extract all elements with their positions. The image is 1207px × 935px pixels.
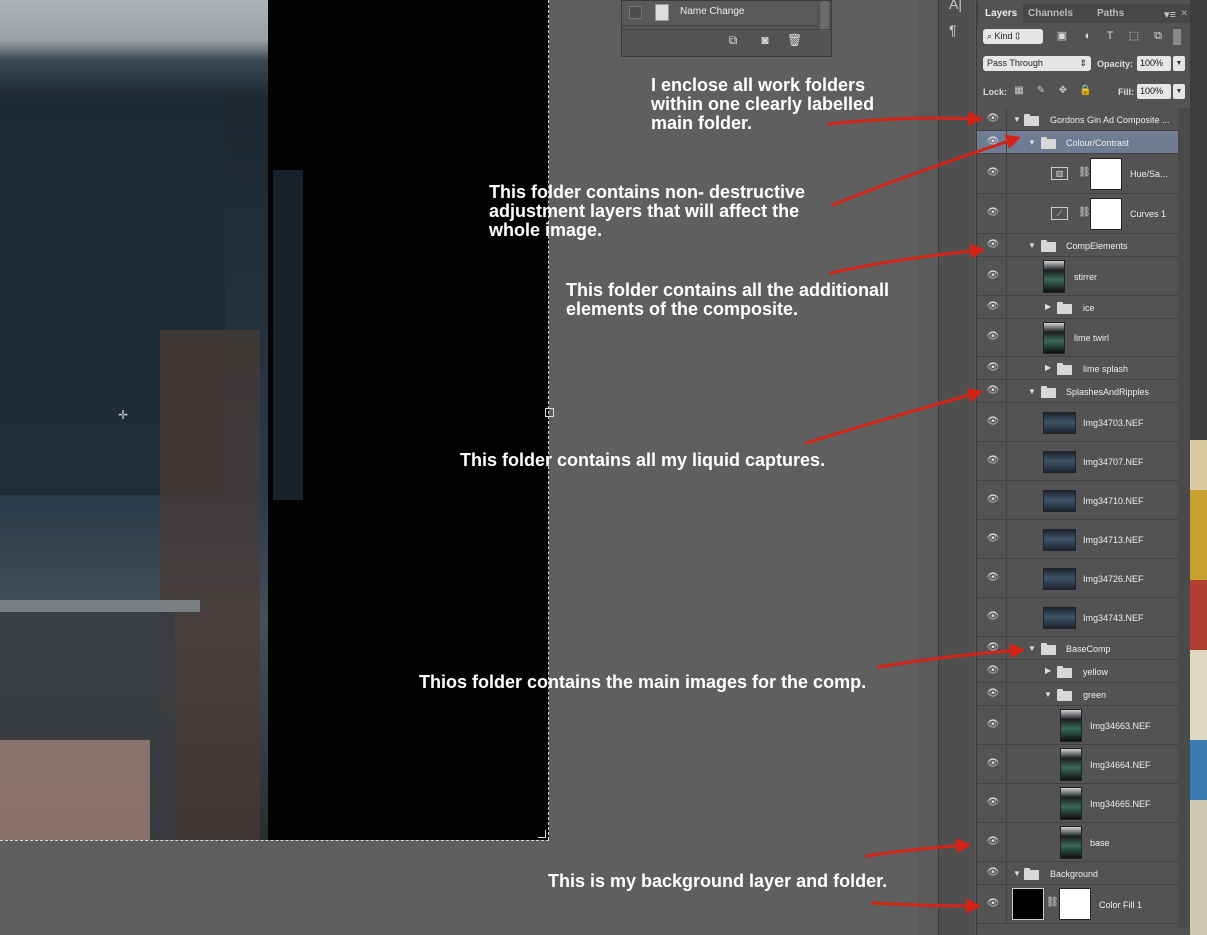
arrow-to-splashes [804, 388, 983, 445]
arrow-to-main-folder [826, 111, 983, 127]
arrow-to-background [870, 898, 981, 914]
arrow-to-base [864, 838, 971, 858]
annotation-arrows [804, 111, 1025, 914]
arrow-to-basecomp [876, 643, 1025, 669]
arrow-to-compelements [828, 243, 985, 275]
arrow-to-colour-contrast [830, 134, 1021, 207]
